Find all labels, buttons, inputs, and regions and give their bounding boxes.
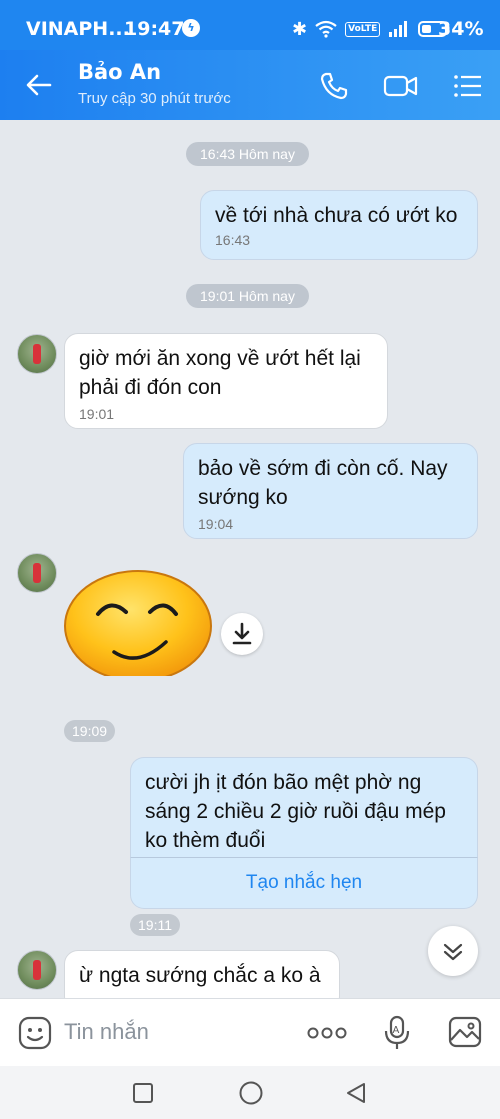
signal-icon: [389, 21, 408, 37]
date-separator: 16:43 Hôm nay: [186, 142, 309, 166]
message-list[interactable]: 16:43 Hôm nay về tới nhà chưa có ướt ko …: [0, 120, 500, 998]
emoji-icon[interactable]: [18, 1016, 52, 1050]
message-time: 19:09: [64, 720, 116, 742]
phone-call-icon[interactable]: [318, 70, 350, 102]
outgoing-message[interactable]: về tới nhà chưa có ướt ko 16:43: [200, 190, 478, 260]
wifi-icon: [315, 20, 337, 38]
voice-input-icon[interactable]: A: [382, 1014, 412, 1052]
carrier-label: VINAPH...: [26, 18, 130, 40]
message-text-line: sáng 2 chiều 2 giờ ruồi đậu mép: [145, 800, 446, 823]
svg-text:A: A: [393, 1025, 400, 1036]
system-navigation-bar: [0, 1066, 500, 1119]
menu-list-icon[interactable]: [452, 70, 484, 102]
download-icon: [232, 622, 252, 645]
system-icons: ✱ VoLTE: [292, 16, 450, 42]
date-separator: 19:01 Hôm nay: [186, 284, 309, 308]
download-button[interactable]: [221, 613, 263, 655]
incoming-message[interactable]: giờ mới ăn xong về ướt hết lại phải đi đ…: [64, 333, 388, 429]
volte-badge: VoLTE: [345, 21, 381, 37]
double-chevron-down-icon: [443, 943, 463, 961]
create-reminder-button[interactable]: Tạo nhắc hẹn: [130, 857, 478, 909]
contact-avatar[interactable]: [17, 553, 57, 593]
home-icon[interactable]: [238, 1080, 264, 1106]
message-time: 19:11: [130, 914, 180, 936]
scroll-to-bottom-button[interactable]: [428, 926, 478, 976]
contact-avatar[interactable]: [17, 950, 57, 990]
clock: 19:47: [124, 18, 185, 40]
recent-apps-icon[interactable]: [132, 1082, 154, 1104]
message-text-line: giờ mới ăn xong về ướt hết lại: [79, 347, 361, 370]
smiley-sticker[interactable]: [62, 566, 214, 676]
outgoing-message[interactable]: cười jh ịt đón bão mệt phờ ng sáng 2 chi…: [130, 757, 478, 858]
back-icon[interactable]: [344, 1081, 368, 1105]
contact-avatar[interactable]: [17, 334, 57, 374]
bluetooth-icon: ✱: [292, 18, 308, 40]
message-text-line: phải đi đón con: [79, 376, 222, 399]
incoming-message[interactable]: ừ ngta sướng chắc a ko à: [64, 950, 340, 998]
more-options-icon[interactable]: [307, 1023, 347, 1043]
chat-header: Bảo An Truy cập 30 phút trước: [0, 50, 500, 120]
message-time: 16:43: [215, 232, 251, 248]
back-arrow-icon[interactable]: [24, 70, 54, 100]
message-text: về tới nhà chưa có ướt ko: [215, 204, 458, 227]
message-text-line: ko thèm đuổi: [145, 829, 266, 852]
messenger-icon: ϟ: [182, 19, 200, 37]
message-composer: Tin nhắn A: [0, 998, 500, 1067]
video-call-icon[interactable]: [383, 70, 419, 102]
image-gallery-icon[interactable]: [448, 1015, 482, 1049]
message-text: ừ ngta sướng chắc a ko à: [79, 964, 321, 987]
message-text-line: sướng ko: [198, 486, 288, 509]
message-text-line: cười jh ịt đón bão mệt phờ ng: [145, 771, 422, 794]
message-input[interactable]: Tin nhắn: [64, 1019, 149, 1045]
contact-name[interactable]: Bảo An: [78, 60, 161, 84]
battery-percent: 34%: [438, 18, 484, 40]
last-seen-status: Truy cập 30 phút trước: [78, 90, 231, 107]
message-time: 19:01: [79, 406, 115, 422]
message-text-line: bảo về sớm đi còn cố. Nay: [198, 457, 448, 480]
message-time: 19:04: [198, 516, 234, 532]
outgoing-message[interactable]: bảo về sớm đi còn cố. Nay sướng ko 19:04: [183, 443, 478, 539]
